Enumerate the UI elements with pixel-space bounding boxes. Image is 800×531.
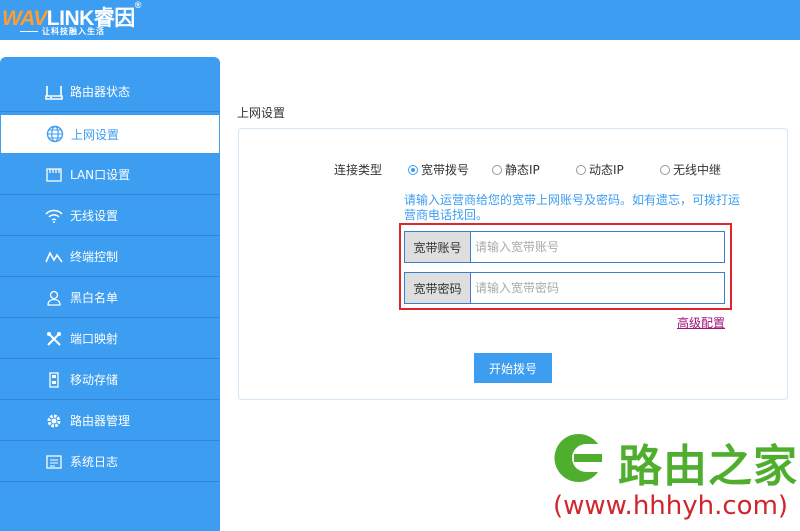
sidebar-item-label: 系统日志 — [70, 455, 119, 469]
password-input[interactable] — [471, 273, 724, 303]
radio-dot-icon — [576, 164, 586, 175]
top-header: WAVLINK睿因® 让科技融入生活 — [0, 0, 800, 40]
sidebar-item-blacklist[interactable]: 黑白名单 — [0, 278, 220, 318]
sidebar-item-storage[interactable]: 移动存储 — [0, 360, 220, 400]
sidebar-item-label: 上网设置 — [71, 127, 120, 142]
sidebar-item-label: 路由器状态 — [70, 85, 131, 99]
radio-label: 动态IP — [589, 163, 624, 177]
sidebar-item-internet-settings[interactable]: 上网设置 — [0, 114, 220, 154]
account-label: 宽带账号 — [405, 232, 471, 262]
radio-static-ip[interactable]: 静态IP — [492, 161, 540, 178]
sidebar-item-system-log[interactable]: 系统日志 — [0, 442, 220, 482]
sidebar-item-port-mapping[interactable]: 端口映射 — [0, 319, 220, 359]
sidebar-item-label: 终端控制 — [70, 250, 119, 264]
sidebar-nav: 路由器状态 上网设置 LAN口设置 无线设置 终端控制 黑白名单 端口映射 移动… — [0, 57, 220, 531]
radio-dot-icon — [492, 164, 502, 175]
user-list-icon — [45, 289, 63, 307]
globe-icon — [46, 125, 64, 143]
tools-icon — [45, 330, 63, 348]
sidebar-item-wireless[interactable]: 无线设置 — [0, 196, 220, 236]
account-input[interactable] — [471, 232, 724, 262]
watermark-url: (www.hhhyh.com) — [553, 491, 789, 521]
connection-type-label: 连接类型 — [334, 163, 383, 177]
sidebar-item-label: 端口映射 — [70, 332, 119, 346]
gear-icon — [45, 412, 63, 430]
radio-wireless-relay[interactable]: 无线中继 — [660, 161, 721, 178]
logo-prefix: WAV — [2, 7, 47, 30]
radio-dot-icon — [408, 164, 418, 175]
account-hint-text: 请输入运营商给您的宽带上网账号及密码。如有遗忘，可拨打运营商电话找回。 — [404, 193, 741, 222]
sidebar-item-label: 黑白名单 — [70, 291, 119, 305]
page-title: 上网设置 — [237, 106, 286, 120]
log-icon — [45, 453, 63, 471]
wifi-icon — [45, 207, 63, 225]
advanced-config-link[interactable]: 高级配置 — [677, 314, 725, 331]
logo-slogan: 让科技融入生活 — [20, 27, 105, 36]
sidebar-item-lan[interactable]: LAN口设置 — [0, 155, 220, 195]
terminal-control-icon — [45, 248, 63, 266]
radio-dynamic-ip[interactable]: 动态IP — [576, 161, 624, 178]
watermark-logo — [550, 432, 606, 484]
usb-storage-icon — [45, 371, 63, 389]
radio-pppoe[interactable]: 宽带拨号 — [408, 161, 469, 178]
brand-logo: WAVLINK睿因® 让科技融入生活 — [2, 0, 142, 36]
sidebar-item-terminal-control[interactable]: 终端控制 — [0, 237, 220, 277]
radio-dot-icon — [660, 164, 670, 175]
sidebar-item-router-status[interactable]: 路由器状态 — [0, 72, 220, 112]
registered-mark: ® — [134, 0, 142, 10]
radio-label: 宽带拨号 — [421, 163, 470, 177]
password-label: 宽带密码 — [405, 273, 471, 303]
sidebar-item-router-management[interactable]: 路由器管理 — [0, 401, 220, 441]
sidebar-item-label: LAN口设置 — [70, 168, 131, 182]
sidebar-item-label: 无线设置 — [70, 209, 119, 223]
password-field: 宽带密码 — [404, 272, 725, 304]
sidebar-item-label: 路由器管理 — [70, 414, 131, 428]
sidebar-item-label: 移动存储 — [70, 373, 119, 387]
router-status-icon — [45, 83, 63, 101]
account-field: 宽带账号 — [404, 231, 725, 263]
start-dial-button[interactable]: 开始拨号 — [474, 353, 552, 383]
watermark-site-name: 路由之家 — [618, 441, 798, 492]
lan-port-icon — [45, 166, 63, 184]
radio-label: 无线中继 — [673, 163, 722, 177]
radio-label: 静态IP — [505, 163, 540, 177]
